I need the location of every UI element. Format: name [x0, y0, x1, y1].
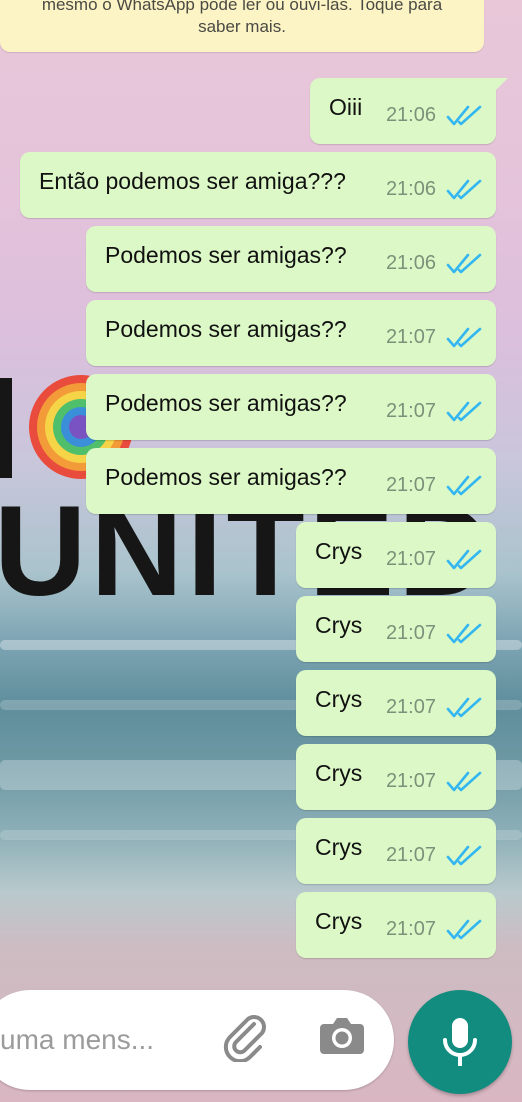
- message-bubble[interactable]: Oiii 21:06: [310, 78, 508, 144]
- message-time: 21:06: [385, 178, 436, 200]
- message-time: 21:06: [385, 104, 436, 126]
- message-bubble[interactable]: Crys 21:07: [296, 670, 496, 736]
- message-time: 21:07: [385, 844, 436, 866]
- message-composer: [0, 990, 394, 1090]
- message-bubble[interactable]: Crys 21:07: [296, 818, 496, 884]
- double-check-icon: [446, 253, 482, 274]
- message-text: Oiii: [329, 94, 363, 120]
- message-bubble[interactable]: Podemos ser amigas?? 21:07: [86, 300, 496, 366]
- message-text: Crys: [315, 538, 363, 564]
- message-bubble[interactable]: Podemos ser amigas?? 21:07: [86, 374, 496, 440]
- message-text: Podemos ser amigas??: [105, 242, 347, 268]
- double-check-icon: [446, 919, 482, 940]
- double-check-icon: [446, 845, 482, 866]
- message-text: Podemos ser amigas??: [105, 464, 347, 490]
- message-text: Então podemos ser amiga???: [39, 168, 346, 194]
- notice-line: mesmo o WhatsApp pode ler ou ouvi-las. T…: [41, 0, 443, 14]
- message-bubble[interactable]: Podemos ser amigas?? 21:07: [86, 448, 496, 514]
- message-time: 21:06: [385, 252, 436, 274]
- message-time: 21:07: [385, 770, 436, 792]
- message-bubble[interactable]: Crys 21:07: [296, 892, 496, 958]
- message-bubble[interactable]: Podemos ser amigas?? 21:06: [86, 226, 496, 292]
- message-text: Crys: [315, 834, 363, 860]
- message-text: Crys: [315, 908, 363, 934]
- message-time: 21:07: [385, 696, 436, 718]
- message-time: 21:07: [385, 326, 436, 348]
- double-check-icon: [446, 105, 482, 126]
- message-time: 21:07: [385, 548, 436, 570]
- double-check-icon: [446, 475, 482, 496]
- message-text: Podemos ser amigas??: [105, 316, 347, 342]
- message-bubble[interactable]: Então podemos ser amiga??? 21:06: [20, 152, 496, 218]
- message-text: Crys: [315, 760, 363, 786]
- message-bubble[interactable]: Crys 21:07: [296, 596, 496, 662]
- message-bubble[interactable]: Crys 21:07: [296, 522, 496, 588]
- microphone-icon: [443, 1018, 477, 1066]
- double-check-icon: [446, 623, 482, 644]
- message-time: 21:07: [385, 622, 436, 644]
- message-text: Podemos ser amigas??: [105, 390, 347, 416]
- encryption-notice[interactable]: mesmo o WhatsApp pode ler ou ouvi-las. T…: [0, 0, 484, 52]
- double-check-icon: [446, 179, 482, 200]
- paperclip-icon[interactable]: [216, 1006, 272, 1062]
- message-time: 21:07: [385, 918, 436, 940]
- double-check-icon: [446, 697, 482, 718]
- wallpaper-letter-i: [0, 378, 12, 478]
- double-check-icon: [446, 771, 482, 792]
- double-check-icon: [446, 549, 482, 570]
- notice-line: saber mais.: [198, 17, 286, 36]
- message-input[interactable]: [0, 1024, 200, 1056]
- camera-icon[interactable]: [318, 1016, 366, 1056]
- message-time: 21:07: [385, 474, 436, 496]
- microphone-button[interactable]: [408, 990, 512, 1094]
- message-time: 21:07: [385, 400, 436, 422]
- double-check-icon: [446, 327, 482, 348]
- double-check-icon: [446, 401, 482, 422]
- message-bubble[interactable]: Crys 21:07: [296, 744, 496, 810]
- message-text: Crys: [315, 686, 363, 712]
- message-text: Crys: [315, 612, 363, 638]
